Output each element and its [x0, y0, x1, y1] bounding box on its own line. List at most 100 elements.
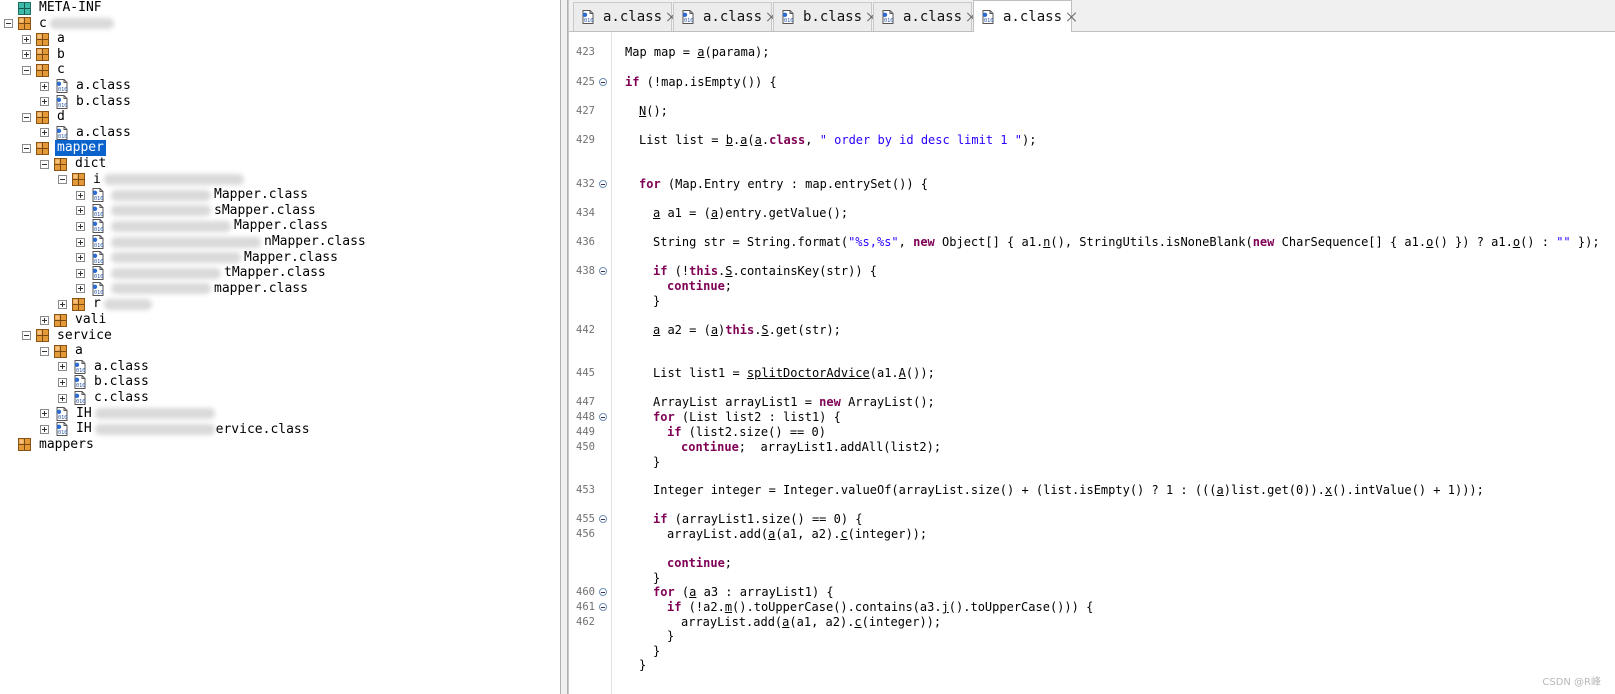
expand-icon[interactable]	[76, 206, 85, 216]
class-file-icon: 010	[92, 281, 104, 296]
tree-item-label: c.class	[94, 390, 149, 405]
code-reference[interactable]: m	[725, 600, 732, 614]
code-reference[interactable]: a	[711, 206, 718, 220]
tree-class-item[interactable]: 010 a.class	[40, 78, 133, 94]
tree-package-item[interactable]: r	[58, 296, 153, 312]
tree-class-item[interactable]: 010 Mapper.class	[76, 218, 330, 234]
code-reference[interactable]: a	[755, 133, 762, 147]
collapse-icon[interactable]	[40, 159, 49, 169]
collapse-icon[interactable]	[22, 65, 31, 75]
editor-tab[interactable]: 010 a.class	[673, 2, 772, 31]
expand-icon[interactable]	[40, 315, 49, 325]
tree-class-item[interactable]: 010 tMapper.class	[76, 265, 328, 281]
class-file-icon: 010	[74, 359, 86, 374]
expand-icon[interactable]	[22, 50, 31, 60]
fold-toggle-icon[interactable]	[599, 180, 607, 188]
expand-icon[interactable]	[40, 424, 49, 434]
fold-toggle-icon[interactable]	[599, 603, 607, 611]
expand-icon[interactable]	[40, 409, 49, 419]
tree-class-item[interactable]: 010 a.class	[58, 359, 151, 375]
collapse-icon[interactable]	[58, 175, 67, 185]
collapse-icon[interactable]	[22, 331, 31, 341]
editor-tab[interactable]: 010 a.class	[973, 0, 1072, 32]
expand-icon[interactable]	[76, 284, 85, 294]
package-explorer-tree[interactable]: META-INF c a b c 010 a.class 010 b.class d 010 a.cl…	[0, 0, 560, 694]
code-reference[interactable]: S	[761, 323, 768, 337]
expand-icon[interactable]	[76, 190, 85, 200]
tree-package-item[interactable]: a	[40, 343, 85, 359]
tree-package-item[interactable]: META-INF	[4, 0, 104, 16]
expand-icon[interactable]	[76, 253, 85, 263]
collapse-icon[interactable]	[40, 346, 49, 356]
tree-package-item[interactable]: dict	[40, 156, 108, 172]
expand-icon[interactable]	[76, 237, 85, 247]
tree-package-item[interactable]: i	[58, 172, 245, 188]
expand-icon[interactable]	[40, 97, 49, 107]
code-reference[interactable]: S	[725, 264, 732, 278]
tree-package-item[interactable]: mapper	[22, 140, 106, 157]
collapse-icon[interactable]	[4, 19, 13, 29]
code-reference[interactable]: a	[1217, 483, 1224, 497]
expand-icon[interactable]	[76, 221, 85, 231]
expand-icon[interactable]	[58, 393, 67, 403]
expand-icon[interactable]	[58, 299, 67, 309]
fold-toggle-icon[interactable]	[599, 588, 607, 596]
fold-toggle-icon[interactable]	[599, 413, 607, 421]
tree-class-item[interactable]: 010 b.class	[40, 94, 133, 110]
tree-package-item[interactable]: a	[22, 31, 67, 47]
code-reference[interactable]: j	[942, 600, 949, 614]
tree-package-item[interactable]: service	[22, 328, 114, 344]
tree-package-item[interactable]: vali	[40, 312, 108, 328]
tree-package-item[interactable]: d	[22, 109, 67, 125]
expand-icon[interactable]	[58, 362, 67, 372]
tree-class-item[interactable]: 010 nMapper.class	[76, 234, 368, 250]
fold-toggle-icon[interactable]	[599, 267, 607, 275]
code-line: 445 List list1 = splitDoctorAdvice(a1.A()…	[569, 365, 1615, 381]
code-token: List list =	[639, 133, 726, 147]
editor-tab[interactable]: 010 a.class	[573, 2, 672, 31]
class-file-icon: 010	[92, 266, 104, 281]
code-editor[interactable]: 423 Map map = a(parama); 425 if (!map.isEmp…	[569, 32, 1615, 694]
tree-class-item[interactable]: 010 IH	[40, 406, 216, 422]
tree-class-item[interactable]: 010 Mapper.class	[76, 187, 310, 203]
class-file-icon: 010	[882, 10, 894, 24]
code-reference[interactable]: o	[1513, 235, 1520, 249]
expand-icon[interactable]	[40, 128, 49, 138]
tree-class-item[interactable]: 010 b.class	[58, 374, 151, 390]
tree-class-item[interactable]: 010 mapper.class	[76, 281, 310, 297]
tree-package-item[interactable]: c	[4, 16, 115, 32]
code-token: ().toUpperCase())) {	[948, 600, 1094, 614]
code-reference[interactable]: c	[854, 615, 861, 629]
code-token: a2 = (	[660, 323, 711, 337]
redacted-text	[94, 423, 215, 435]
code-token: ,	[805, 133, 820, 147]
code-reference[interactable]: c	[840, 527, 847, 541]
tree-class-item[interactable]: 010 c.class	[58, 390, 151, 406]
code-reference[interactable]: A	[899, 366, 906, 380]
expand-icon[interactable]	[76, 268, 85, 278]
code-text: }	[667, 628, 674, 644]
code-reference[interactable]: splitDoctorAdvice	[747, 366, 870, 380]
editor-tab[interactable]: 010 a.class	[873, 2, 972, 31]
fold-toggle-icon[interactable]	[599, 78, 607, 86]
class-file-icon: 010	[782, 10, 794, 24]
tree-class-item[interactable]: 010 a.class	[40, 125, 133, 141]
code-reference[interactable]: b	[726, 133, 733, 147]
collapse-icon[interactable]	[22, 143, 31, 153]
expand-icon[interactable]	[40, 81, 49, 91]
tree-package-item[interactable]: c	[22, 62, 67, 78]
fold-toggle-icon[interactable]	[599, 515, 607, 523]
code-reference[interactable]: a	[711, 323, 718, 337]
tree-class-item[interactable]: 010 sMapper.class	[76, 203, 318, 219]
tree-package-item[interactable]: b	[22, 47, 67, 63]
expand-icon[interactable]	[22, 34, 31, 44]
package-icon	[72, 297, 85, 311]
tree-class-item[interactable]: 010 IH ervice.class	[40, 421, 310, 437]
expand-icon[interactable]	[58, 377, 67, 387]
editor-tab[interactable]: 010 b.class	[773, 2, 872, 31]
svg-text:010: 010	[94, 274, 103, 280]
collapse-icon[interactable]	[22, 112, 31, 122]
tree-package-item[interactable]: mappers	[4, 437, 96, 453]
tree-class-item[interactable]: 010 Mapper.class	[76, 250, 340, 266]
pane-splitter[interactable]	[560, 0, 568, 694]
